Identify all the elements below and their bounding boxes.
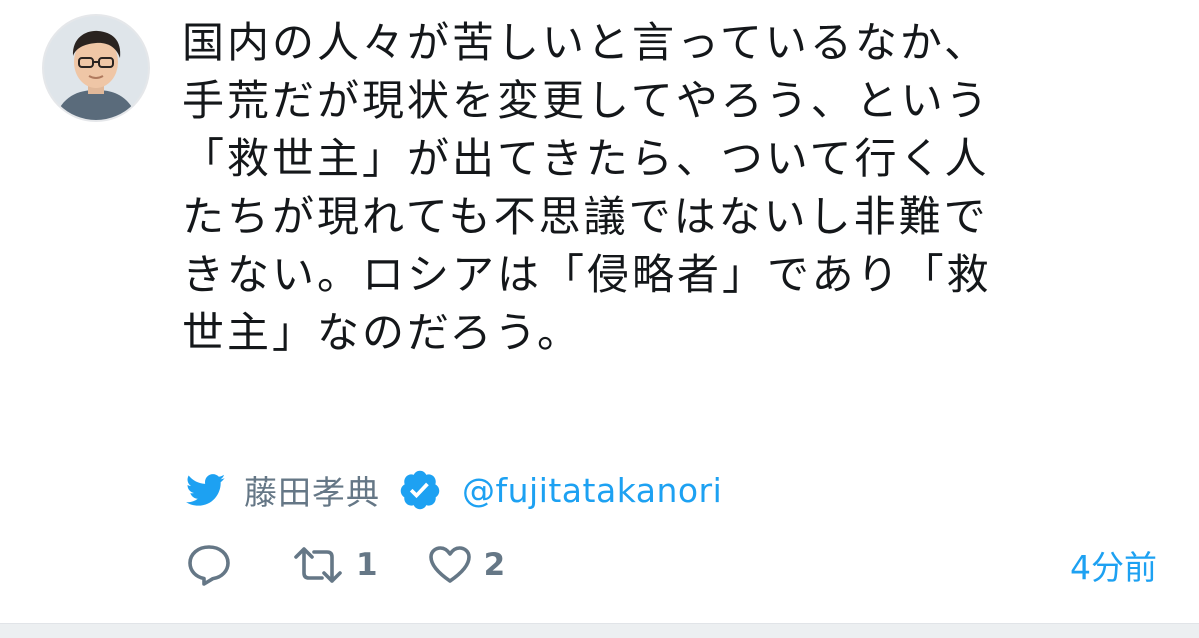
retweet-button[interactable]: 1 (292, 545, 378, 585)
tweet-text: 国内の人々が苦しいと言っているなか、 手荒だが現状を変更してやろう、という 「救… (182, 14, 1122, 362)
verified-badge-icon (398, 468, 442, 512)
divider (0, 623, 1199, 638)
tweet-text-line: 手荒だが現状を変更してやろう、という (182, 76, 991, 125)
like-button[interactable]: 2 (428, 545, 506, 585)
tweet-text-line: 世主」なのだろう。 (182, 308, 582, 357)
tweet-card[interactable]: 国内の人々が苦しいと言っているなか、 手荒だが現状を変更してやろう、という 「救… (0, 0, 1199, 638)
avatar[interactable] (42, 14, 150, 122)
retweet-count: 1 (356, 547, 378, 583)
tweet-text-line: きない。ロシアは「侵略者」であり「救 (182, 250, 992, 299)
heart-icon (428, 545, 472, 585)
tweet-text-line: 国内の人々が苦しいと言っているなか、 (182, 18, 990, 67)
reply-icon (186, 543, 232, 587)
twitter-bird-icon[interactable] (186, 473, 226, 507)
author-name[interactable]: 藤田孝典 (244, 466, 380, 514)
tweet-text-line: たちが現れても不思議ではないし非難で (182, 192, 989, 241)
reply-button[interactable] (186, 543, 232, 587)
tweet-timestamp[interactable]: 4分前 (1070, 538, 1157, 592)
tweet-actions: 1 2 (186, 538, 505, 592)
tweet-text-line: 「救世主」が出てきたら、ついて行く人 (182, 134, 990, 183)
tweet-attribution: 藤田孝典 @fujitatakanori (186, 462, 722, 518)
avatar-photo (44, 16, 148, 120)
author-handle[interactable]: @fujitatakanori (462, 471, 722, 510)
retweet-icon (292, 545, 344, 585)
like-count: 2 (483, 547, 506, 583)
